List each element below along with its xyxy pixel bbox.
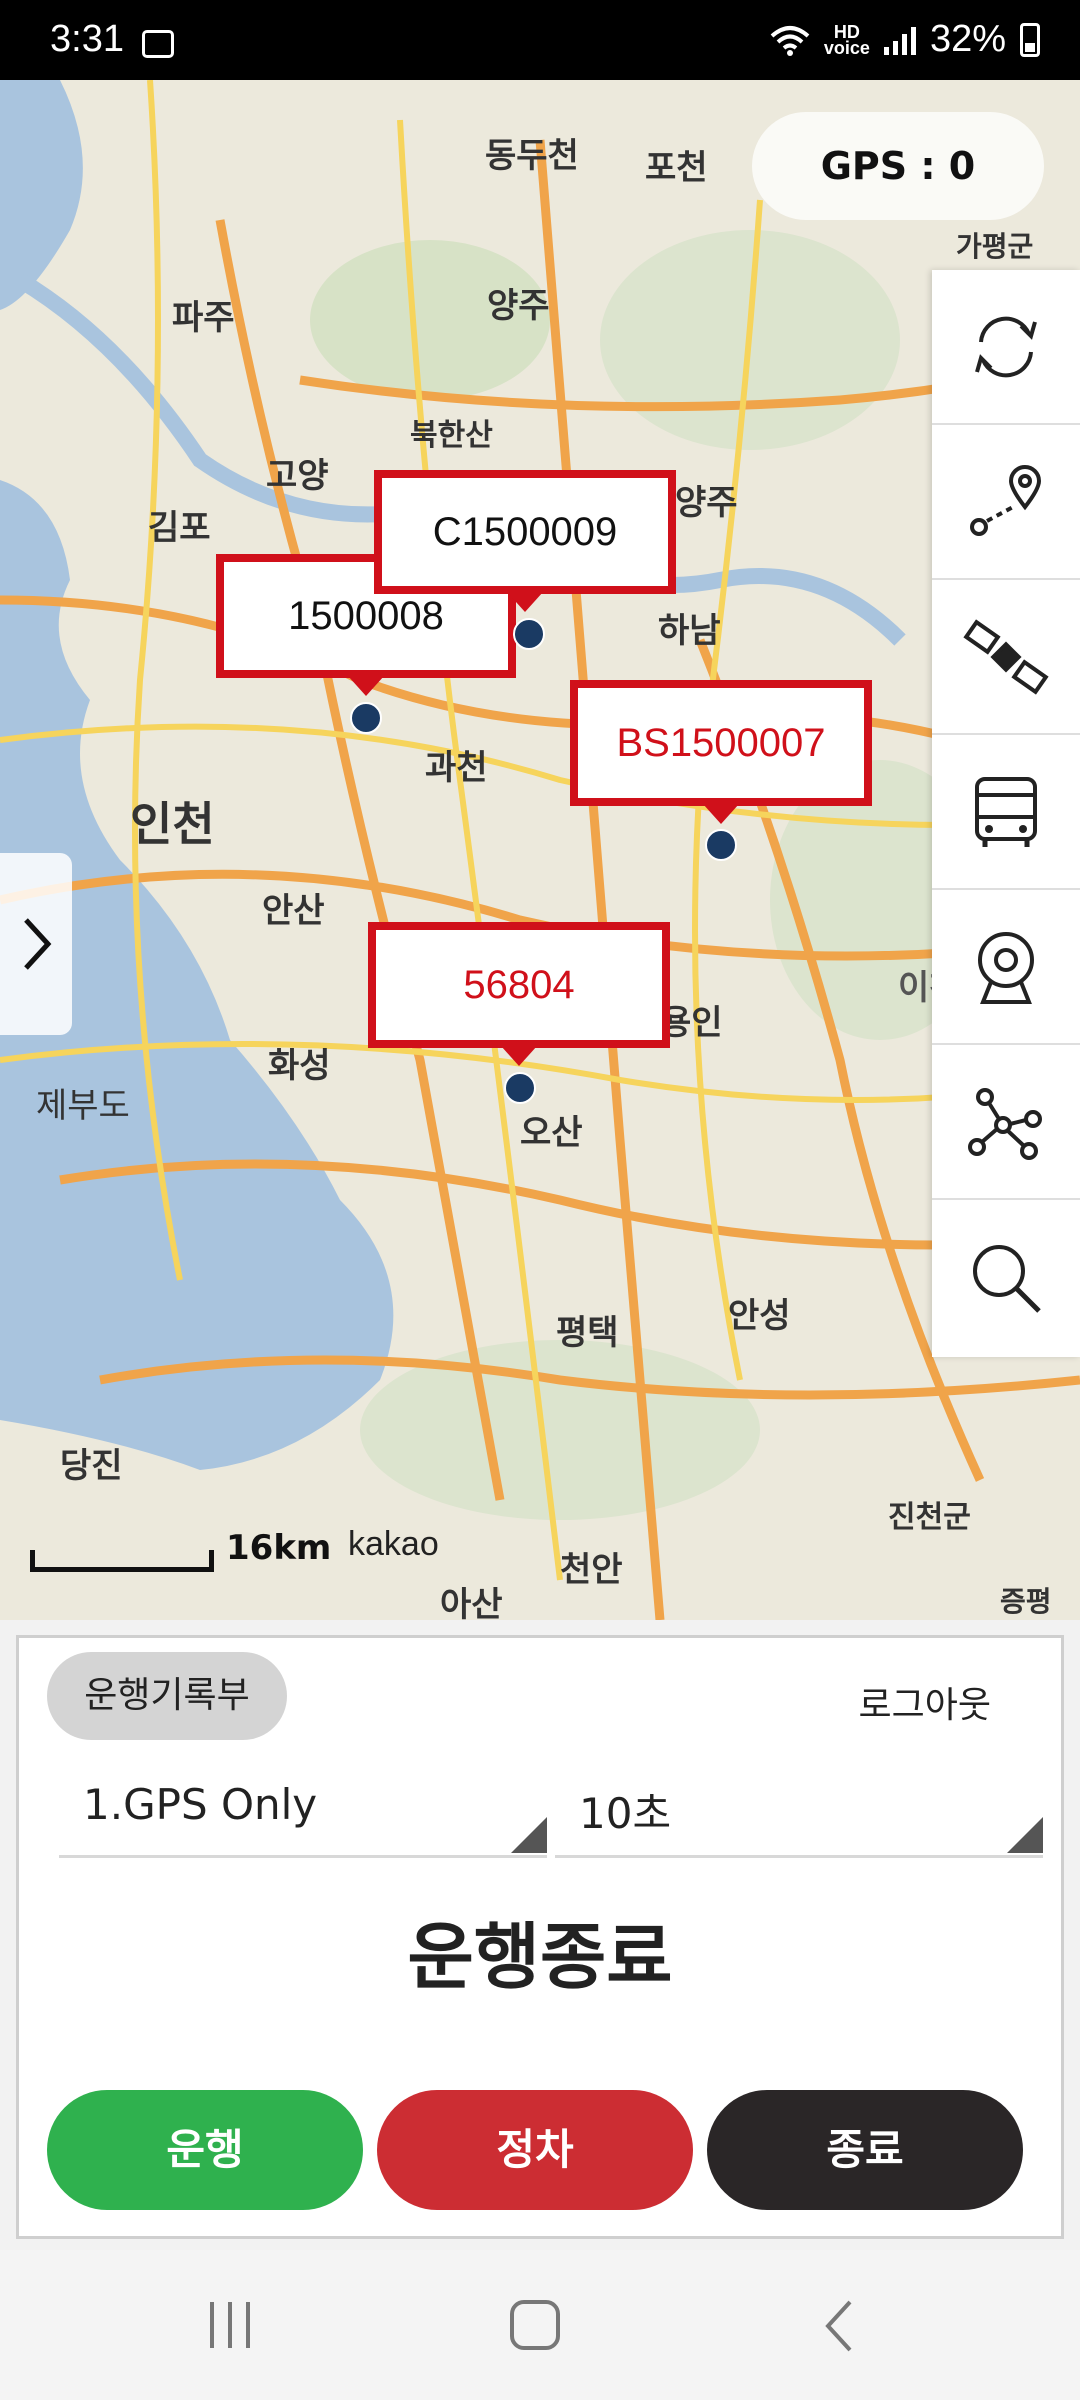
mode-select-value: 1.GPS Only bbox=[83, 1780, 318, 1829]
bus-button[interactable] bbox=[932, 735, 1080, 890]
map-attribution: kakao bbox=[348, 1525, 439, 1563]
map-label: 양주 bbox=[487, 286, 550, 326]
map-toolbar bbox=[932, 270, 1080, 1357]
map-label: 안성 bbox=[728, 1296, 791, 1336]
interval-select[interactable]: 10초 bbox=[555, 1768, 1043, 1858]
scale-text: 16km bbox=[226, 1528, 332, 1568]
vehicle-marker[interactable]: C1500009 bbox=[374, 470, 676, 612]
map-label: 양주 bbox=[675, 483, 738, 523]
marker-label: BS1500007 bbox=[616, 721, 826, 765]
scale-bar bbox=[30, 1550, 214, 1572]
battery-percent: 32% bbox=[929, 18, 1006, 60]
home-icon[interactable] bbox=[506, 2296, 566, 2356]
gps-count-badge: GPS : 0 bbox=[752, 112, 1044, 220]
stop-button[interactable]: 정차 bbox=[377, 2090, 693, 2210]
marker-label: 56804 bbox=[463, 963, 575, 1007]
map-label: 오산 bbox=[520, 1113, 583, 1153]
vehicle-pin[interactable] bbox=[350, 702, 382, 734]
map-label: 제부도 bbox=[36, 1086, 130, 1126]
dropdown-arrow-icon bbox=[1007, 1817, 1043, 1853]
map-label: 고양 bbox=[266, 456, 329, 496]
refresh-button[interactable] bbox=[932, 270, 1080, 425]
satellite-button[interactable] bbox=[932, 580, 1080, 735]
control-panel: 운행기록부 로그아웃 1.GPS Only 10초 운행종료 운행 정차 종료 bbox=[16, 1635, 1064, 2239]
webcam-icon bbox=[978, 931, 1034, 1004]
interval-select-value: 10초 bbox=[579, 1789, 672, 1838]
signal-icon bbox=[883, 25, 916, 55]
map-label: 파주 bbox=[172, 298, 235, 338]
satellite-icon bbox=[963, 618, 1049, 695]
map-label: 아산 bbox=[440, 1585, 503, 1620]
vehicle-marker[interactable]: BS1500007 bbox=[570, 680, 872, 824]
map-label: 과천 bbox=[425, 748, 488, 788]
marker-label: C1500009 bbox=[432, 510, 618, 554]
battery-icon bbox=[1020, 22, 1040, 57]
status-icons: HD voice 32% bbox=[770, 18, 1040, 61]
back-icon[interactable] bbox=[820, 2298, 860, 2354]
logout-link[interactable]: 로그아웃 bbox=[859, 1676, 991, 1728]
image-notification-icon bbox=[142, 30, 174, 58]
map-label: 동두천 bbox=[485, 136, 579, 176]
map-label: 화성 bbox=[268, 1046, 331, 1086]
hd-voice-icon: HD voice bbox=[823, 21, 870, 58]
logbook-button[interactable]: 운행기록부 bbox=[47, 1652, 287, 1740]
drive-button[interactable]: 운행 bbox=[47, 2090, 363, 2210]
mode-select[interactable]: 1.GPS Only bbox=[59, 1768, 547, 1858]
chevron-right-icon bbox=[24, 918, 52, 970]
map-label: 하남 bbox=[658, 611, 721, 651]
system-nav-bar bbox=[0, 2250, 1080, 2400]
network-icon bbox=[968, 1087, 1042, 1160]
drawer-toggle-button[interactable] bbox=[0, 853, 72, 1035]
map-label: 안산 bbox=[262, 891, 325, 931]
vehicle-marker[interactable]: 56804 bbox=[368, 922, 670, 1066]
map-label: 김포 bbox=[148, 508, 211, 548]
search-icon bbox=[973, 1244, 1041, 1313]
end-button[interactable]: 종료 bbox=[707, 2090, 1023, 2210]
marker-label: 1500008 bbox=[288, 594, 444, 638]
map-view[interactable]: 동두천 포천 가평군 파주 양주 고양 북한산 김포 양주 하남 인천 과천 안… bbox=[0, 80, 1080, 1620]
webcam-button[interactable] bbox=[932, 890, 1080, 1045]
refresh-icon bbox=[975, 316, 1037, 377]
drive-status-title: 운행종료 bbox=[407, 1915, 673, 1999]
map-label: 천안 bbox=[560, 1550, 623, 1590]
route-button[interactable] bbox=[932, 425, 1080, 580]
vehicle-pin[interactable] bbox=[513, 618, 545, 650]
map-label: 포천 bbox=[645, 148, 708, 188]
vehicle-pin[interactable] bbox=[705, 829, 737, 861]
recent-apps-icon[interactable] bbox=[200, 2298, 260, 2352]
map-label: 가평군 bbox=[956, 230, 1034, 263]
map-label: 진천군 bbox=[888, 1500, 971, 1535]
search-button[interactable] bbox=[932, 1200, 1080, 1355]
bus-icon bbox=[975, 776, 1037, 847]
map-label: 인천 bbox=[130, 797, 215, 851]
map-label: 당진 bbox=[60, 1446, 123, 1486]
route-icon bbox=[970, 464, 1042, 536]
network-button[interactable] bbox=[932, 1045, 1080, 1200]
status-bar: 3:31 HD voice 32% bbox=[0, 0, 1080, 80]
dropdown-arrow-icon bbox=[511, 1817, 547, 1853]
vehicle-pin[interactable] bbox=[504, 1072, 536, 1104]
wifi-icon bbox=[770, 25, 810, 56]
map-label: 평택 bbox=[556, 1313, 619, 1353]
status-time: 3:31 bbox=[50, 18, 124, 60]
map-label: 증평 bbox=[1000, 1585, 1052, 1618]
map-label: 북한산 bbox=[410, 418, 493, 453]
